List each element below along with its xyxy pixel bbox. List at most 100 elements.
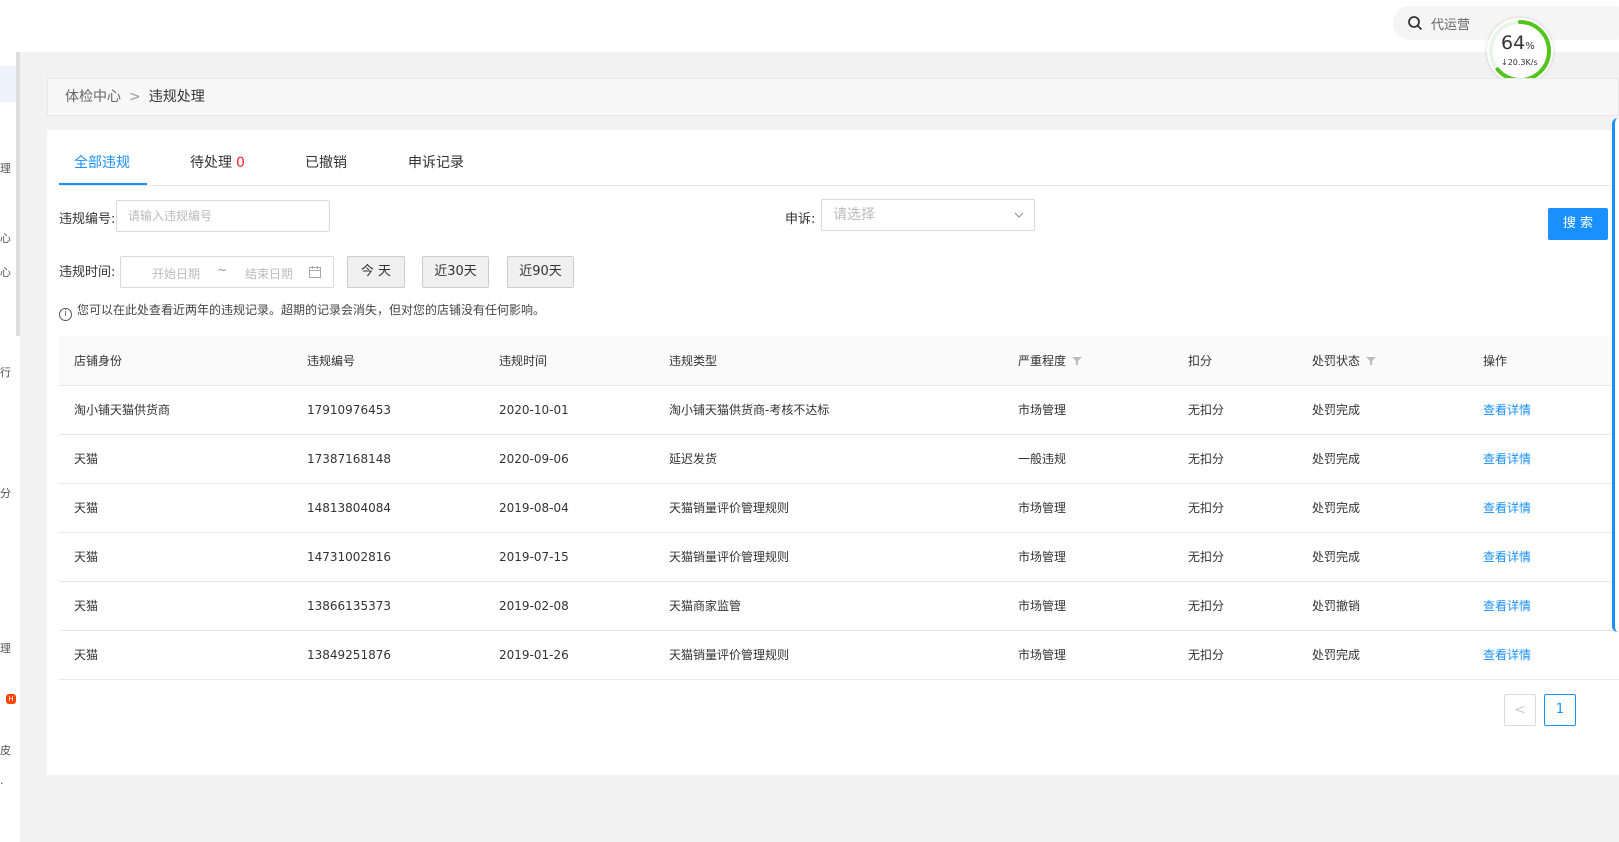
sidebar-item-label[interactable]: 行 — [0, 364, 11, 380]
range-separator: ~ — [217, 263, 228, 277]
col-deduction: 扣分 — [1188, 354, 1213, 368]
violation-type-cell: 天猫商家监管 — [669, 599, 742, 613]
sidebar-item-label[interactable]: 理 — [0, 160, 11, 176]
today-button[interactable]: 今 天 — [347, 256, 405, 288]
violation-id-cell: 17910976453 — [307, 403, 391, 417]
tab-all-violations[interactable]: 全部违规 — [74, 152, 130, 172]
table-row: 天猫 13849251876 2019-01-26 天猫销量评价管理规则 市场管理 无扣分… — [59, 631, 1619, 680]
date-range-picker[interactable]: 开始日期 ~ 结束日期 — [120, 256, 334, 288]
view-details-link[interactable]: 查看详情 — [1483, 631, 1531, 680]
violation-id-cell: 14813804084 — [307, 501, 391, 515]
appeal-label: 申诉: — [785, 212, 816, 227]
view-details-link[interactable]: 查看详情 — [1483, 484, 1531, 533]
violation-type-cell: 天猫销量评价管理规则 — [669, 501, 790, 515]
view-details-link[interactable]: 查看详情 — [1483, 582, 1531, 631]
col-penalty-status: 处罚状态 — [1312, 336, 1377, 386]
breadcrumb: 体检中心 > 违规处理 — [47, 78, 1619, 116]
appeal-select-placeholder: 请选择 — [833, 207, 875, 223]
search-icon — [1408, 16, 1423, 31]
view-details-link[interactable]: 查看详情 — [1483, 533, 1531, 582]
severity-cell: 一般违规 — [1018, 452, 1067, 466]
sidebar-selected-item[interactable] — [0, 66, 16, 102]
violation-id-input[interactable]: 请输入违规编号 — [116, 200, 330, 232]
violation-id-cell: 13849251876 — [307, 648, 391, 662]
shop-identity-cell: 天猫 — [74, 550, 99, 564]
breadcrumb-separator: > — [129, 89, 141, 105]
start-date-placeholder: 开始日期 — [152, 267, 201, 281]
violation-time-cell: 2020-10-01 — [499, 403, 569, 417]
table-body: 淘小铺天猫供货商 17910976453 2020-10-01 淘小铺天猫供货商-考核… — [59, 386, 1619, 680]
sidebar-scrollbar[interactable] — [16, 52, 20, 336]
table-row: 天猫 14813804084 2019-08-04 天猫销量评价管理规则 市场管理 无扣分… — [59, 484, 1619, 533]
active-tab-indicator — [59, 183, 147, 185]
violation-id-label: 违规编号: — [59, 212, 116, 227]
view-details-link[interactable]: 查看详情 — [1483, 386, 1531, 435]
filter-icon[interactable] — [1366, 356, 1377, 366]
sidebar-item-label[interactable]: 分 — [0, 485, 11, 501]
sidebar-item-label[interactable]: 皮 — [0, 742, 11, 758]
table-row: 天猫 17387168148 2020-09-06 延迟发货 一般违规 无扣分 处罚完成 查看… — [59, 435, 1619, 484]
severity-cell: 市场管理 — [1018, 501, 1067, 515]
deduction-cell: 无扣分 — [1188, 599, 1225, 613]
col-shop-identity: 店铺身份 — [74, 354, 123, 368]
last-90-days-button[interactable]: 近90天 — [507, 256, 574, 288]
violation-type-cell: 延迟发货 — [669, 452, 718, 466]
sidebar-item-label[interactable]: 心 — [0, 264, 11, 280]
search-text: 代运营 — [1431, 18, 1471, 33]
violation-type-cell: 天猫销量评价管理规则 — [669, 648, 790, 662]
violation-time-cell: 2019-02-08 — [499, 599, 569, 613]
pagination-current-page[interactable]: 1 — [1544, 694, 1576, 726]
breadcrumb-root[interactable]: 体检中心 — [65, 89, 121, 105]
view-details-link[interactable]: 查看详情 — [1483, 435, 1531, 484]
notice-text: 您可以在此处查看近两年的违规记录。超期的记录会消失，但对您的店铺没有任何影响。 — [77, 303, 546, 317]
table-row: 淘小铺天猫供货商 17910976453 2020-10-01 淘小铺天猫供货商-考核… — [59, 386, 1619, 435]
sidebar: 理 心 心 行 分 理 H 皮 · — [0, 52, 20, 842]
deduction-cell: 无扣分 — [1188, 550, 1225, 564]
col-severity-label: 严重程度 — [1018, 354, 1067, 368]
sidebar-item-label[interactable]: 理 — [0, 640, 11, 656]
sidebar-item-label[interactable]: · — [0, 777, 4, 790]
shop-identity-cell: 天猫 — [74, 648, 99, 662]
penalty-status-cell: 处罚完成 — [1312, 648, 1361, 662]
last-30-days-button[interactable]: 近30天 — [422, 256, 489, 288]
severity-cell: 市场管理 — [1018, 550, 1067, 564]
tab-pending[interactable]: 待处理 0 — [190, 152, 245, 172]
violation-time-cell: 2019-07-15 — [499, 550, 569, 564]
network-speed-widget[interactable]: 64% ↓20.3K/s — [1487, 18, 1553, 84]
side-drawer-edge[interactable] — [1612, 118, 1619, 632]
violation-type-cell: 天猫销量评价管理规则 — [669, 550, 790, 564]
violation-time-cell: 2019-01-26 — [499, 648, 569, 662]
shop-identity-cell: 天猫 — [74, 501, 99, 515]
deduction-cell: 无扣分 — [1188, 501, 1225, 515]
search-button[interactable]: 搜 索 — [1548, 208, 1608, 240]
severity-cell: 市场管理 — [1018, 599, 1067, 613]
chevron-down-icon — [1014, 212, 1024, 218]
violation-id-cell: 14731002816 — [307, 550, 391, 564]
violations-panel: 全部违规 待处理 0 已撤销 申诉记录 违规编号: 请输入违规编号 申诉: 请选择… — [47, 130, 1619, 775]
col-actions: 操作 — [1483, 354, 1508, 368]
penalty-status-cell: 处罚撤销 — [1312, 599, 1361, 613]
end-date-placeholder: 结束日期 — [245, 267, 294, 281]
breadcrumb-current: 违规处理 — [148, 89, 205, 105]
violation-type-cell: 淘小铺天猫供货商-考核不达标 — [669, 403, 830, 417]
tab-revoked[interactable]: 已撤销 — [305, 152, 347, 172]
violation-time-cell: 2020-09-06 — [499, 452, 569, 466]
download-rate: ↓20.3K/s — [1501, 58, 1538, 67]
penalty-status-cell: 处罚完成 — [1312, 452, 1361, 466]
deduction-cell: 无扣分 — [1188, 403, 1225, 417]
info-icon: i — [59, 308, 72, 321]
col-violation-type: 违规类型 — [669, 354, 718, 368]
table-header: 店铺身份 违规编号 违规时间 违规类型 严重程度 扣分 处罚状态 操作 — [59, 336, 1619, 386]
filter-icon[interactable] — [1072, 356, 1083, 366]
tab-appeal-records[interactable]: 申诉记录 — [408, 152, 464, 172]
severity-cell: 市场管理 — [1018, 403, 1067, 417]
sidebar-item-label[interactable]: 心 — [0, 230, 11, 246]
penalty-status-cell: 处罚完成 — [1312, 550, 1361, 564]
table-row: 天猫 14731002816 2019-07-15 天猫销量评价管理规则 市场管理 无扣分… — [59, 533, 1619, 582]
violation-time-cell: 2019-08-04 — [499, 501, 569, 515]
pagination-prev-button[interactable]: < — [1504, 694, 1536, 726]
appeal-select[interactable]: 请选择 — [821, 199, 1035, 231]
penalty-status-cell: 处罚完成 — [1312, 403, 1361, 417]
deduction-cell: 无扣分 — [1188, 648, 1225, 662]
violation-time-label: 违规时间: — [59, 265, 116, 280]
